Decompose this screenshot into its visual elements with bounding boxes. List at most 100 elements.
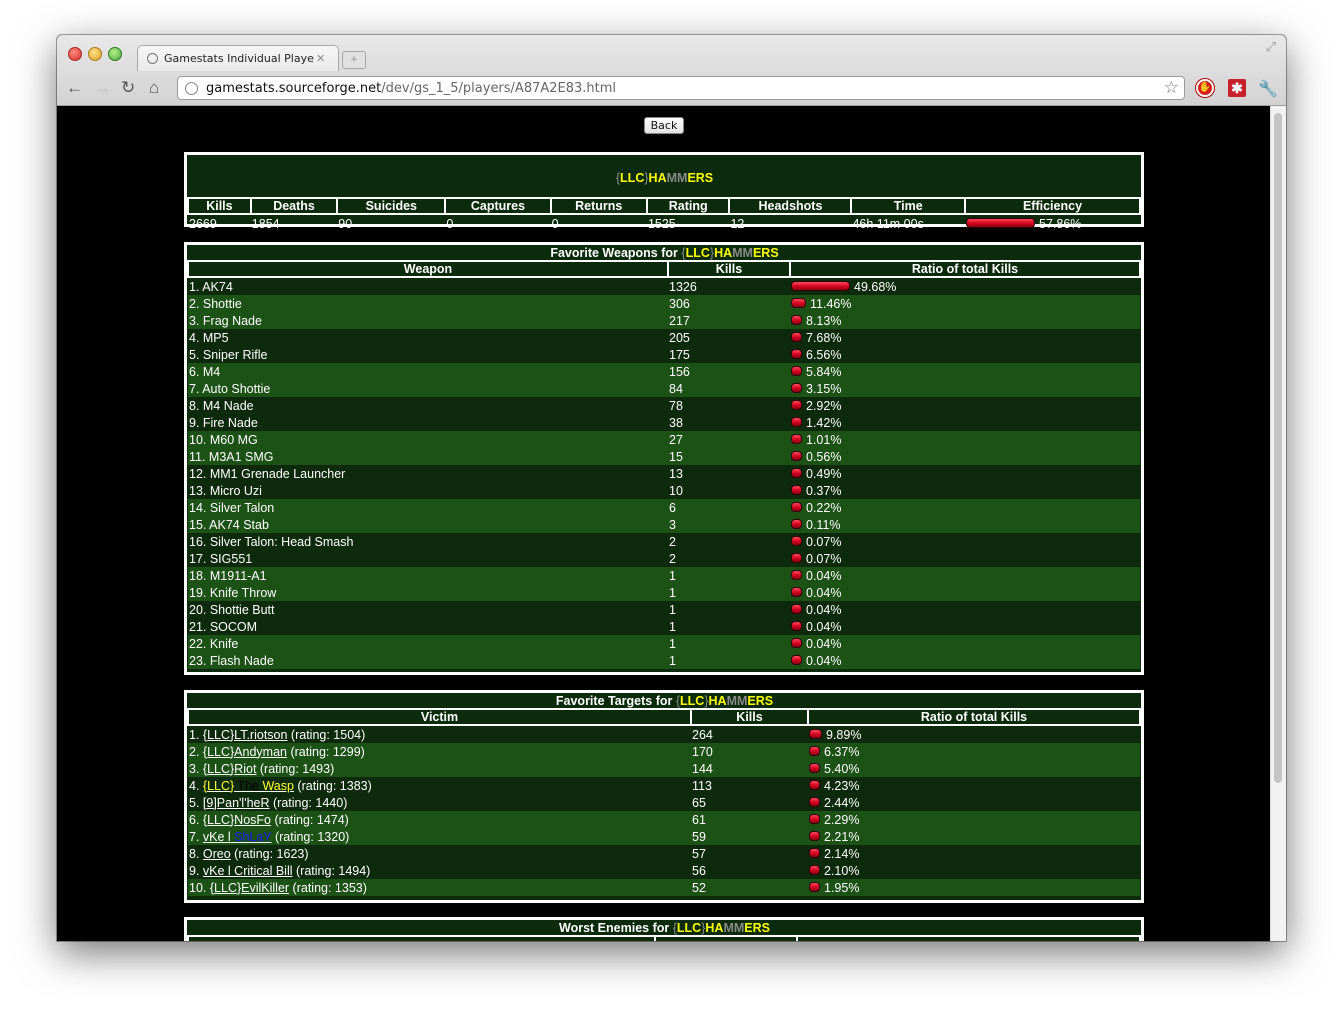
weapon-row: 11. M3A1 SMG 15 0.56% (188, 448, 1140, 465)
victim-cell: 5. [9]Pan'l'heR (rating: 1440) (188, 794, 691, 811)
url-text[interactable]: gamestats.sourceforge.net/dev/gs_1_5/pla… (206, 81, 616, 96)
ratio-label: 0.04% (806, 653, 842, 668)
star-icon[interactable]: ☆ (1164, 78, 1179, 98)
victim-rating: (rating: 1493) (256, 761, 335, 776)
stat-efficiency: 57.86% (965, 214, 1140, 232)
ratio-label: 1.42% (806, 415, 842, 430)
victim-name-part: {LLC}NosFo (202, 812, 272, 827)
player-name: {LLC}HAMMERS (616, 171, 713, 185)
weapon-row: 4. MP5 205 7.68% (188, 329, 1140, 346)
player-name-part: ERS (747, 693, 774, 708)
victim-link[interactable]: {LLC} The Wasp (203, 779, 294, 793)
ratio-bar (791, 366, 802, 377)
ratio-label: 4.23% (824, 778, 860, 793)
adblock-stop-icon[interactable]: ✋ (1196, 79, 1214, 97)
browser-tab[interactable]: Gamestats Individual Player S ✕ (137, 45, 339, 71)
victim-link[interactable]: vKe l Critical Bill (203, 864, 293, 878)
weapon-ratio: 0.04% (790, 618, 1140, 635)
target-kills: 57 (691, 845, 808, 862)
page-viewport: Back {LLC}HAMMERS Kills Deaths Suicides Cap… (57, 106, 1271, 941)
zoom-window-button[interactable] (108, 47, 122, 61)
close-tab-icon[interactable]: ✕ (316, 52, 325, 65)
target-ratio: 2.21% (808, 828, 1140, 845)
rank: 3. (189, 761, 203, 776)
url-host: gamestats.sourceforge.net (206, 80, 382, 96)
victim-link[interactable]: {LLC}LT.riotson (203, 728, 288, 742)
close-window-button[interactable] (68, 47, 82, 61)
rank: 8. (189, 846, 203, 861)
reload-icon[interactable]: ↻ (121, 78, 135, 98)
ratio-bar (791, 587, 802, 598)
player-name-part: LLC (685, 245, 710, 260)
efficiency-label: 57.86% (1039, 216, 1082, 231)
victim-link[interactable]: {LLC}EvilKiller (210, 881, 289, 895)
worst-enemies-table: Worst Enemies for {LLC}HAMMERS (187, 920, 1141, 941)
player-name-part: LLC (620, 171, 645, 185)
ratio-bar (791, 519, 802, 530)
victim-name-part: Wasp (262, 778, 294, 793)
weapon-row: 12. MM1 Grenade Launcher 13 0.49% (188, 465, 1140, 482)
weapon-kills: 1 (668, 635, 790, 652)
target-ratio: 2.44% (808, 794, 1140, 811)
lastpass-icon[interactable]: ✱ (1228, 79, 1246, 97)
new-tab-button[interactable]: + (342, 51, 366, 69)
ratio-bar (809, 865, 820, 876)
back-button[interactable]: Back (644, 117, 684, 134)
url-path: /dev/gs_1_5/players/A87A2E83.html (381, 80, 617, 96)
column-header (187, 935, 656, 941)
weapon-ratio: 0.22% (790, 499, 1140, 516)
weapon-name: 2. Shottie (188, 295, 668, 312)
victim-link[interactable]: {LLC}Andyman (203, 745, 287, 759)
target-ratio: 9.89% (808, 725, 1140, 743)
ratio-bar (791, 485, 802, 496)
ratio-label: 2.14% (824, 846, 860, 861)
browser-toolbar: Gamestats Individual Player S ✕ + ⤢ ← → … (57, 35, 1286, 106)
weapon-name: 12. MM1 Grenade Launcher (188, 465, 668, 482)
favorite-weapons-title: Favorite Weapons for {LLC}HAMMERS (188, 245, 1140, 261)
weapon-ratio: 0.49% (790, 465, 1140, 482)
ratio-label: 0.04% (806, 619, 842, 634)
scrollbar-thumb[interactable] (1274, 113, 1282, 783)
weapon-kills: 13 (668, 465, 790, 482)
weapon-row: 21. SOCOM 1 0.04% (188, 618, 1140, 635)
browser-window: Gamestats Individual Player S ✕ + ⤢ ← → … (57, 35, 1286, 941)
ratio-bar (791, 655, 802, 666)
favorite-targets-title: Favorite Targets for {LLC}HAMMERS (188, 693, 1140, 709)
weapon-name: 19. Knife Throw (188, 584, 668, 601)
weapon-ratio: 49.68% (790, 277, 1140, 295)
title-prefix: Worst Enemies for (559, 920, 673, 935)
home-icon[interactable]: ⌂ (149, 78, 159, 98)
player-name-part: ERS (752, 245, 779, 260)
worst-enemies-title: Worst Enemies for {LLC}HAMMERS (188, 920, 1140, 936)
vertical-scrollbar[interactable] (1270, 106, 1286, 941)
weapon-row: 9. Fire Nade 38 1.42% (188, 414, 1140, 431)
stat-kills: 2669 (189, 216, 217, 231)
ratio-bar (791, 281, 850, 292)
weapon-name: 23. Flash Nade (188, 652, 668, 669)
victim-name-part: {LLC}Andyman (202, 744, 287, 759)
victim-cell: 3. {LLC}Riot (rating: 1493) (188, 760, 691, 777)
back-arrow-icon[interactable]: ← (66, 78, 83, 98)
victim-link[interactable]: [9]Pan'l'heR (203, 796, 270, 810)
wrench-icon[interactable]: 🔧 (1258, 79, 1278, 98)
ratio-label: 0.04% (806, 585, 842, 600)
player-name-part: MM (723, 920, 745, 935)
column-header: Ratio of total Kills (789, 260, 1141, 278)
victim-link[interactable]: {LLC}Riot (203, 762, 257, 776)
victim-link[interactable]: Oreo (203, 847, 231, 861)
title-prefix: Favorite Targets for (555, 693, 676, 708)
victim-link[interactable]: {LLC}NosFo (203, 813, 271, 827)
ratio-bar (791, 315, 802, 326)
weapon-row: 6. M4 156 5.84% (188, 363, 1140, 380)
minimize-window-button[interactable] (88, 47, 102, 61)
target-kills: 61 (691, 811, 808, 828)
address-bar[interactable]: gamestats.sourceforge.net/dev/gs_1_5/pla… (177, 76, 1185, 100)
ratio-bar (791, 468, 802, 479)
forward-arrow-icon[interactable]: → (94, 78, 111, 98)
weapon-row: 13. Micro Uzi 10 0.37% (188, 482, 1140, 499)
fullscreen-icon[interactable]: ⤢ (1266, 39, 1276, 55)
player-summary-table: {LLC}HAMMERS Kills Deaths Suicides Captures… (187, 155, 1141, 232)
stat-time: 46h 11m 00s (852, 216, 924, 231)
column-header-efficiency: Efficiency (964, 197, 1141, 215)
victim-link[interactable]: vKe l ShLaY (203, 830, 272, 844)
